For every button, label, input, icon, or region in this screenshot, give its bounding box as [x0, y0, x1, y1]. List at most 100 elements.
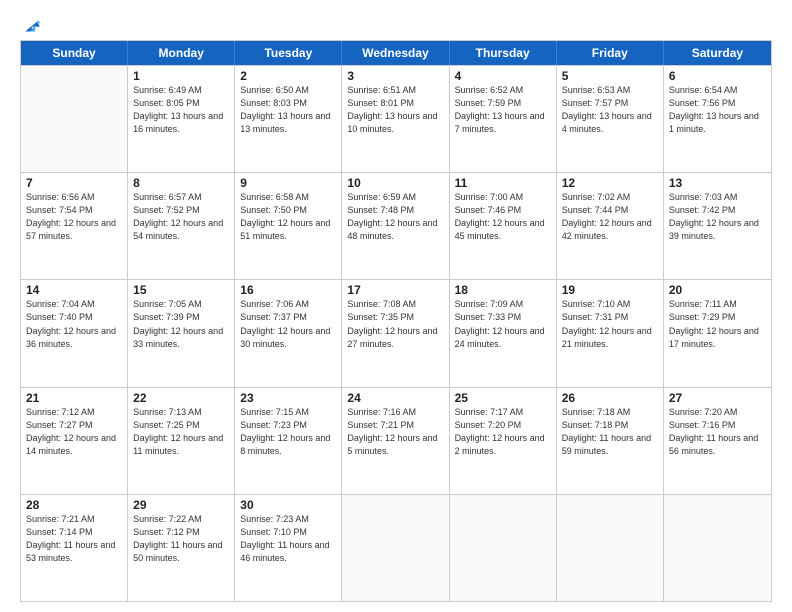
weekday-header-thursday: Thursday — [450, 41, 557, 65]
calendar-row-0: 1Sunrise: 6:49 AM Sunset: 8:05 PM Daylig… — [21, 65, 771, 172]
calendar-cell-2-4: 18Sunrise: 7:09 AM Sunset: 7:33 PM Dayli… — [450, 280, 557, 386]
day-number: 29 — [133, 498, 229, 512]
day-number: 8 — [133, 176, 229, 190]
day-info: Sunrise: 6:51 AM Sunset: 8:01 PM Dayligh… — [347, 84, 443, 136]
day-info: Sunrise: 6:58 AM Sunset: 7:50 PM Dayligh… — [240, 191, 336, 243]
day-info: Sunrise: 7:04 AM Sunset: 7:40 PM Dayligh… — [26, 298, 122, 350]
calendar-cell-0-1: 1Sunrise: 6:49 AM Sunset: 8:05 PM Daylig… — [128, 66, 235, 172]
day-number: 21 — [26, 391, 122, 405]
day-info: Sunrise: 7:02 AM Sunset: 7:44 PM Dayligh… — [562, 191, 658, 243]
day-info: Sunrise: 7:05 AM Sunset: 7:39 PM Dayligh… — [133, 298, 229, 350]
day-info: Sunrise: 7:06 AM Sunset: 7:37 PM Dayligh… — [240, 298, 336, 350]
calendar-row-2: 14Sunrise: 7:04 AM Sunset: 7:40 PM Dayli… — [21, 279, 771, 386]
calendar-cell-0-3: 3Sunrise: 6:51 AM Sunset: 8:01 PM Daylig… — [342, 66, 449, 172]
calendar-cell-4-1: 29Sunrise: 7:22 AM Sunset: 7:12 PM Dayli… — [128, 495, 235, 601]
calendar-cell-0-2: 2Sunrise: 6:50 AM Sunset: 8:03 PM Daylig… — [235, 66, 342, 172]
day-info: Sunrise: 6:50 AM Sunset: 8:03 PM Dayligh… — [240, 84, 336, 136]
day-number: 14 — [26, 283, 122, 297]
day-number: 17 — [347, 283, 443, 297]
day-info: Sunrise: 7:18 AM Sunset: 7:18 PM Dayligh… — [562, 406, 658, 458]
calendar-cell-0-4: 4Sunrise: 6:52 AM Sunset: 7:59 PM Daylig… — [450, 66, 557, 172]
day-number: 30 — [240, 498, 336, 512]
calendar-cell-3-4: 25Sunrise: 7:17 AM Sunset: 7:20 PM Dayli… — [450, 388, 557, 494]
calendar-body: 1Sunrise: 6:49 AM Sunset: 8:05 PM Daylig… — [21, 65, 771, 601]
day-number: 1 — [133, 69, 229, 83]
day-info: Sunrise: 7:20 AM Sunset: 7:16 PM Dayligh… — [669, 406, 766, 458]
day-info: Sunrise: 7:13 AM Sunset: 7:25 PM Dayligh… — [133, 406, 229, 458]
weekday-header-monday: Monday — [128, 41, 235, 65]
day-info: Sunrise: 7:00 AM Sunset: 7:46 PM Dayligh… — [455, 191, 551, 243]
calendar-cell-4-6 — [664, 495, 771, 601]
day-number: 22 — [133, 391, 229, 405]
day-info: Sunrise: 7:10 AM Sunset: 7:31 PM Dayligh… — [562, 298, 658, 350]
calendar: SundayMondayTuesdayWednesdayThursdayFrid… — [20, 40, 772, 602]
day-info: Sunrise: 7:22 AM Sunset: 7:12 PM Dayligh… — [133, 513, 229, 565]
day-number: 15 — [133, 283, 229, 297]
day-number: 19 — [562, 283, 658, 297]
calendar-cell-0-0 — [21, 66, 128, 172]
calendar-cell-2-1: 15Sunrise: 7:05 AM Sunset: 7:39 PM Dayli… — [128, 280, 235, 386]
day-info: Sunrise: 6:59 AM Sunset: 7:48 PM Dayligh… — [347, 191, 443, 243]
weekday-header-friday: Friday — [557, 41, 664, 65]
day-number: 24 — [347, 391, 443, 405]
calendar-cell-2-3: 17Sunrise: 7:08 AM Sunset: 7:35 PM Dayli… — [342, 280, 449, 386]
day-number: 11 — [455, 176, 551, 190]
day-info: Sunrise: 6:49 AM Sunset: 8:05 PM Dayligh… — [133, 84, 229, 136]
day-number: 18 — [455, 283, 551, 297]
calendar-cell-2-2: 16Sunrise: 7:06 AM Sunset: 7:37 PM Dayli… — [235, 280, 342, 386]
page: SundayMondayTuesdayWednesdayThursdayFrid… — [0, 0, 792, 612]
calendar-header: SundayMondayTuesdayWednesdayThursdayFrid… — [21, 41, 771, 65]
day-number: 9 — [240, 176, 336, 190]
day-number: 20 — [669, 283, 766, 297]
day-info: Sunrise: 6:52 AM Sunset: 7:59 PM Dayligh… — [455, 84, 551, 136]
calendar-cell-3-3: 24Sunrise: 7:16 AM Sunset: 7:21 PM Dayli… — [342, 388, 449, 494]
header — [20, 18, 772, 32]
calendar-cell-0-5: 5Sunrise: 6:53 AM Sunset: 7:57 PM Daylig… — [557, 66, 664, 172]
day-number: 2 — [240, 69, 336, 83]
day-info: Sunrise: 7:09 AM Sunset: 7:33 PM Dayligh… — [455, 298, 551, 350]
day-number: 6 — [669, 69, 766, 83]
calendar-cell-3-1: 22Sunrise: 7:13 AM Sunset: 7:25 PM Dayli… — [128, 388, 235, 494]
day-number: 3 — [347, 69, 443, 83]
day-number: 13 — [669, 176, 766, 190]
day-number: 27 — [669, 391, 766, 405]
day-number: 25 — [455, 391, 551, 405]
calendar-cell-4-3 — [342, 495, 449, 601]
calendar-cell-2-6: 20Sunrise: 7:11 AM Sunset: 7:29 PM Dayli… — [664, 280, 771, 386]
logo-icon — [22, 18, 40, 32]
calendar-cell-0-6: 6Sunrise: 6:54 AM Sunset: 7:56 PM Daylig… — [664, 66, 771, 172]
day-info: Sunrise: 6:53 AM Sunset: 7:57 PM Dayligh… — [562, 84, 658, 136]
calendar-cell-2-5: 19Sunrise: 7:10 AM Sunset: 7:31 PM Dayli… — [557, 280, 664, 386]
day-number: 26 — [562, 391, 658, 405]
calendar-cell-1-3: 10Sunrise: 6:59 AM Sunset: 7:48 PM Dayli… — [342, 173, 449, 279]
logo — [20, 18, 40, 32]
calendar-cell-1-2: 9Sunrise: 6:58 AM Sunset: 7:50 PM Daylig… — [235, 173, 342, 279]
day-info: Sunrise: 7:21 AM Sunset: 7:14 PM Dayligh… — [26, 513, 122, 565]
day-info: Sunrise: 6:56 AM Sunset: 7:54 PM Dayligh… — [26, 191, 122, 243]
calendar-cell-1-1: 8Sunrise: 6:57 AM Sunset: 7:52 PM Daylig… — [128, 173, 235, 279]
calendar-cell-3-5: 26Sunrise: 7:18 AM Sunset: 7:18 PM Dayli… — [557, 388, 664, 494]
day-number: 10 — [347, 176, 443, 190]
calendar-cell-4-4 — [450, 495, 557, 601]
calendar-cell-3-6: 27Sunrise: 7:20 AM Sunset: 7:16 PM Dayli… — [664, 388, 771, 494]
day-info: Sunrise: 7:23 AM Sunset: 7:10 PM Dayligh… — [240, 513, 336, 565]
calendar-cell-4-2: 30Sunrise: 7:23 AM Sunset: 7:10 PM Dayli… — [235, 495, 342, 601]
calendar-cell-3-2: 23Sunrise: 7:15 AM Sunset: 7:23 PM Dayli… — [235, 388, 342, 494]
day-number: 23 — [240, 391, 336, 405]
day-number: 12 — [562, 176, 658, 190]
calendar-row-4: 28Sunrise: 7:21 AM Sunset: 7:14 PM Dayli… — [21, 494, 771, 601]
calendar-cell-1-4: 11Sunrise: 7:00 AM Sunset: 7:46 PM Dayli… — [450, 173, 557, 279]
calendar-cell-1-5: 12Sunrise: 7:02 AM Sunset: 7:44 PM Dayli… — [557, 173, 664, 279]
weekday-header-wednesday: Wednesday — [342, 41, 449, 65]
day-number: 16 — [240, 283, 336, 297]
calendar-cell-4-5 — [557, 495, 664, 601]
calendar-cell-4-0: 28Sunrise: 7:21 AM Sunset: 7:14 PM Dayli… — [21, 495, 128, 601]
calendar-row-3: 21Sunrise: 7:12 AM Sunset: 7:27 PM Dayli… — [21, 387, 771, 494]
day-info: Sunrise: 7:17 AM Sunset: 7:20 PM Dayligh… — [455, 406, 551, 458]
day-info: Sunrise: 6:57 AM Sunset: 7:52 PM Dayligh… — [133, 191, 229, 243]
day-info: Sunrise: 7:03 AM Sunset: 7:42 PM Dayligh… — [669, 191, 766, 243]
day-number: 5 — [562, 69, 658, 83]
calendar-row-1: 7Sunrise: 6:56 AM Sunset: 7:54 PM Daylig… — [21, 172, 771, 279]
day-info: Sunrise: 7:16 AM Sunset: 7:21 PM Dayligh… — [347, 406, 443, 458]
calendar-cell-1-0: 7Sunrise: 6:56 AM Sunset: 7:54 PM Daylig… — [21, 173, 128, 279]
